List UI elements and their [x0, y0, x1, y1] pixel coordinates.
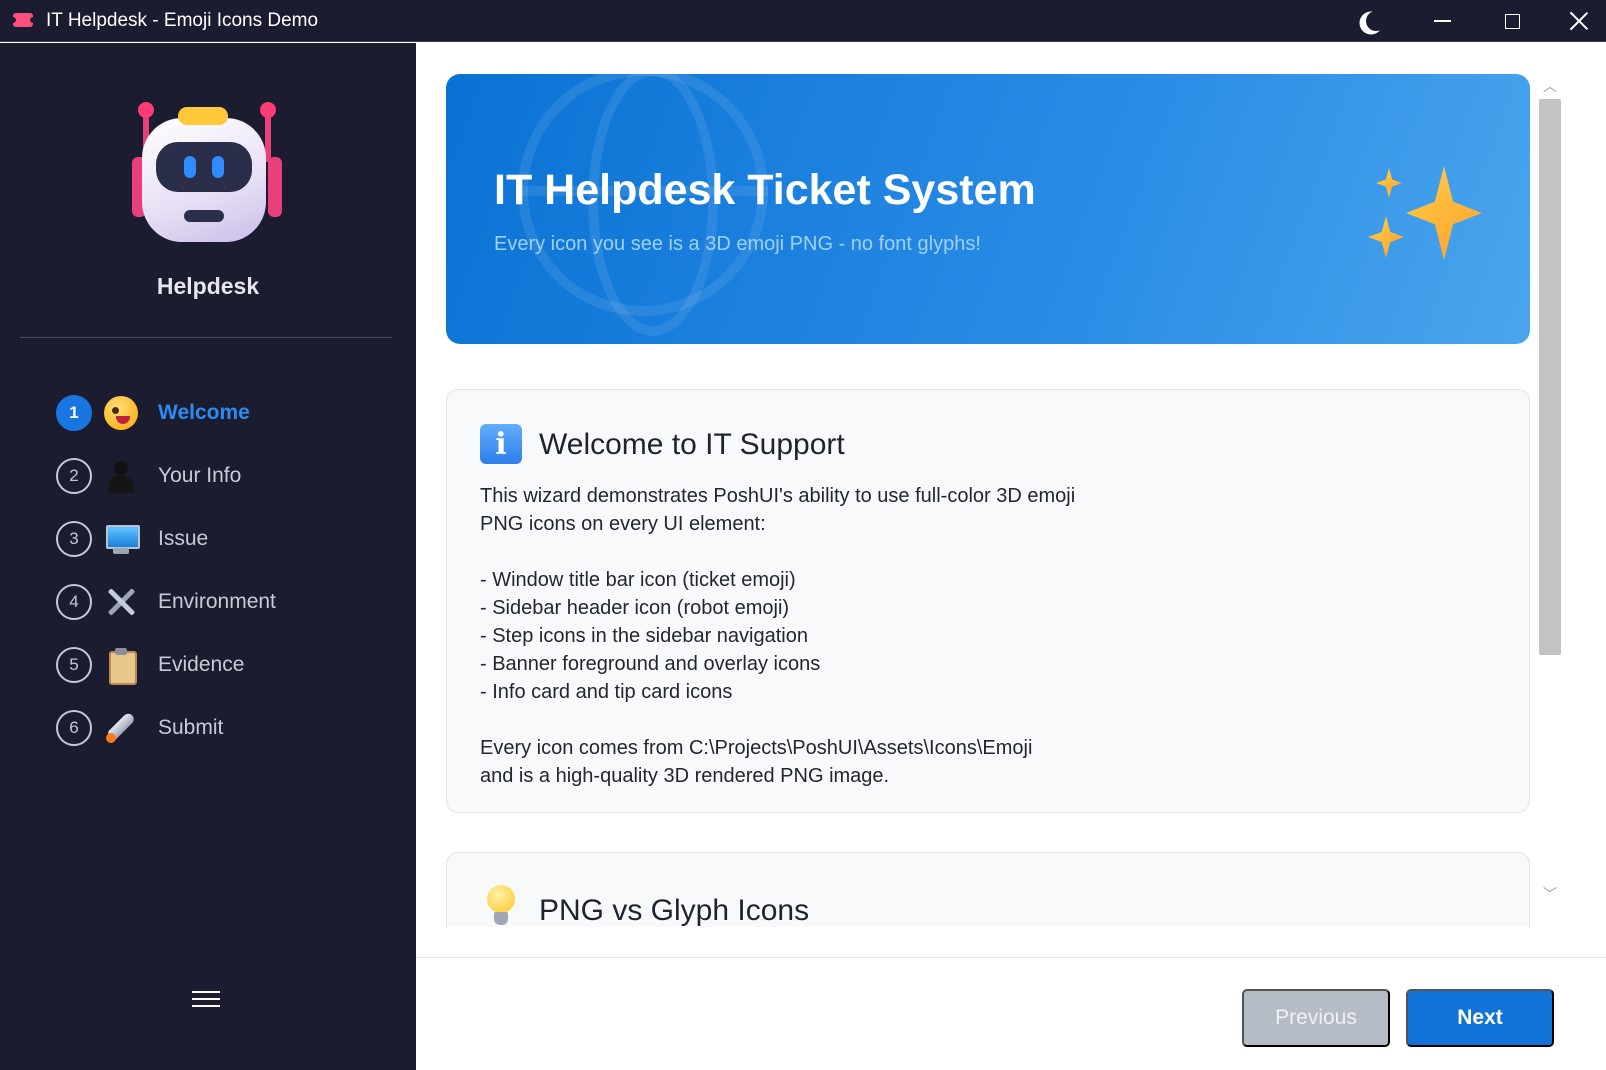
step-label: Environment: [158, 590, 276, 613]
banner-title: IT Helpdesk Ticket System: [494, 166, 1036, 214]
info-bullet: - Banner foreground and overlay icons: [480, 653, 821, 675]
step-label: Evidence: [158, 653, 245, 676]
info-card-body: This wizard demonstrates PoshUI's abilit…: [480, 482, 1140, 790]
info-bullet: - Info card and tip card icons: [480, 681, 733, 703]
sidebar: Helpdesk 1 Welcome 2 Your Info 3 Issue 4…: [0, 43, 416, 1070]
step-number: 2: [56, 458, 92, 494]
step-label: Your Info: [158, 464, 242, 487]
step-number: 4: [56, 584, 92, 620]
info-bullet: - Sidebar header icon (robot emoji): [480, 597, 790, 619]
step-label: Welcome: [158, 401, 250, 424]
monitor-icon: [104, 522, 140, 556]
theme-toggle-button[interactable]: [1342, 0, 1402, 42]
close-icon: [1570, 12, 1588, 30]
clipboard-icon: [104, 648, 138, 685]
maximize-button[interactable]: [1482, 0, 1542, 42]
info-line: and is a high-quality 3D rendered PNG im…: [480, 765, 890, 787]
close-button[interactable]: [1552, 0, 1606, 42]
step-your-info[interactable]: 2 Your Info: [56, 456, 386, 496]
information-icon: i: [480, 424, 522, 464]
step-welcome[interactable]: 1 Welcome: [56, 393, 386, 433]
step-environment[interactable]: 4 Environment: [56, 582, 386, 622]
rocket-icon: [104, 711, 138, 745]
title-bar: IT Helpdesk - Emoji Icons Demo: [0, 0, 1606, 42]
step-label: Issue: [158, 527, 209, 550]
step-number: 1: [56, 395, 92, 431]
maximize-icon: [1504, 13, 1520, 29]
chevron-down-icon[interactable]: ﹀: [1541, 885, 1559, 903]
tools-icon: [104, 585, 138, 619]
vertical-scrollbar[interactable]: ︿ ﹀: [1537, 73, 1563, 913]
moon-icon: [1366, 11, 1386, 31]
person-icon: [104, 459, 138, 493]
step-number: 3: [56, 521, 92, 557]
scrollbar-thumb[interactable]: [1539, 99, 1561, 655]
banner: IT Helpdesk Ticket System Every icon you…: [446, 74, 1530, 344]
footer-divider: [416, 957, 1606, 958]
menu-icon[interactable]: [192, 991, 220, 1009]
info-line: PNG icons on every UI element:: [480, 513, 766, 535]
step-number: 6: [56, 710, 92, 746]
sparkles-icon: [1368, 166, 1486, 266]
tip-card-title: PNG vs Glyph Icons: [539, 894, 810, 927]
step-number: 5: [56, 647, 92, 683]
grinning-face-icon: [104, 396, 138, 430]
previous-button[interactable]: Previous: [1242, 989, 1390, 1047]
step-label: Submit: [158, 716, 224, 739]
info-line: Every icon comes from C:\Projects\PoshUI…: [480, 737, 1033, 759]
step-evidence[interactable]: 5 Evidence: [56, 645, 386, 685]
info-card: i Welcome to IT Support This wizard demo…: [446, 389, 1530, 813]
main-content: IT Helpdesk Ticket System Every icon you…: [416, 43, 1606, 1070]
scroll-viewport[interactable]: IT Helpdesk Ticket System Every icon you…: [416, 43, 1536, 927]
banner-subtitle: Every icon you see is a 3D emoji PNG - n…: [494, 233, 981, 255]
info-card-title: Welcome to IT Support: [539, 428, 845, 461]
light-bulb-icon: [485, 885, 517, 927]
ticket-icon: [10, 13, 36, 27]
info-bullet: - Window title bar icon (ticket emoji): [480, 569, 796, 591]
window-title: IT Helpdesk - Emoji Icons Demo: [46, 10, 319, 31]
tip-card: PNG vs Glyph Icons: [446, 852, 1530, 927]
sidebar-divider: [20, 337, 392, 338]
info-bullet: - Step icons in the sidebar navigation: [480, 625, 808, 647]
info-line: This wizard demonstrates PoshUI's abilit…: [480, 485, 1076, 507]
minimize-icon: [1433, 20, 1451, 22]
robot-icon: [132, 102, 282, 252]
step-issue[interactable]: 3 Issue: [56, 519, 386, 559]
next-button[interactable]: Next: [1406, 989, 1554, 1047]
minimize-button[interactable]: [1412, 0, 1472, 42]
step-submit[interactable]: 6 Submit: [56, 708, 386, 748]
chevron-up-icon[interactable]: ︿: [1541, 77, 1559, 95]
sidebar-brand: Helpdesk: [156, 273, 260, 299]
